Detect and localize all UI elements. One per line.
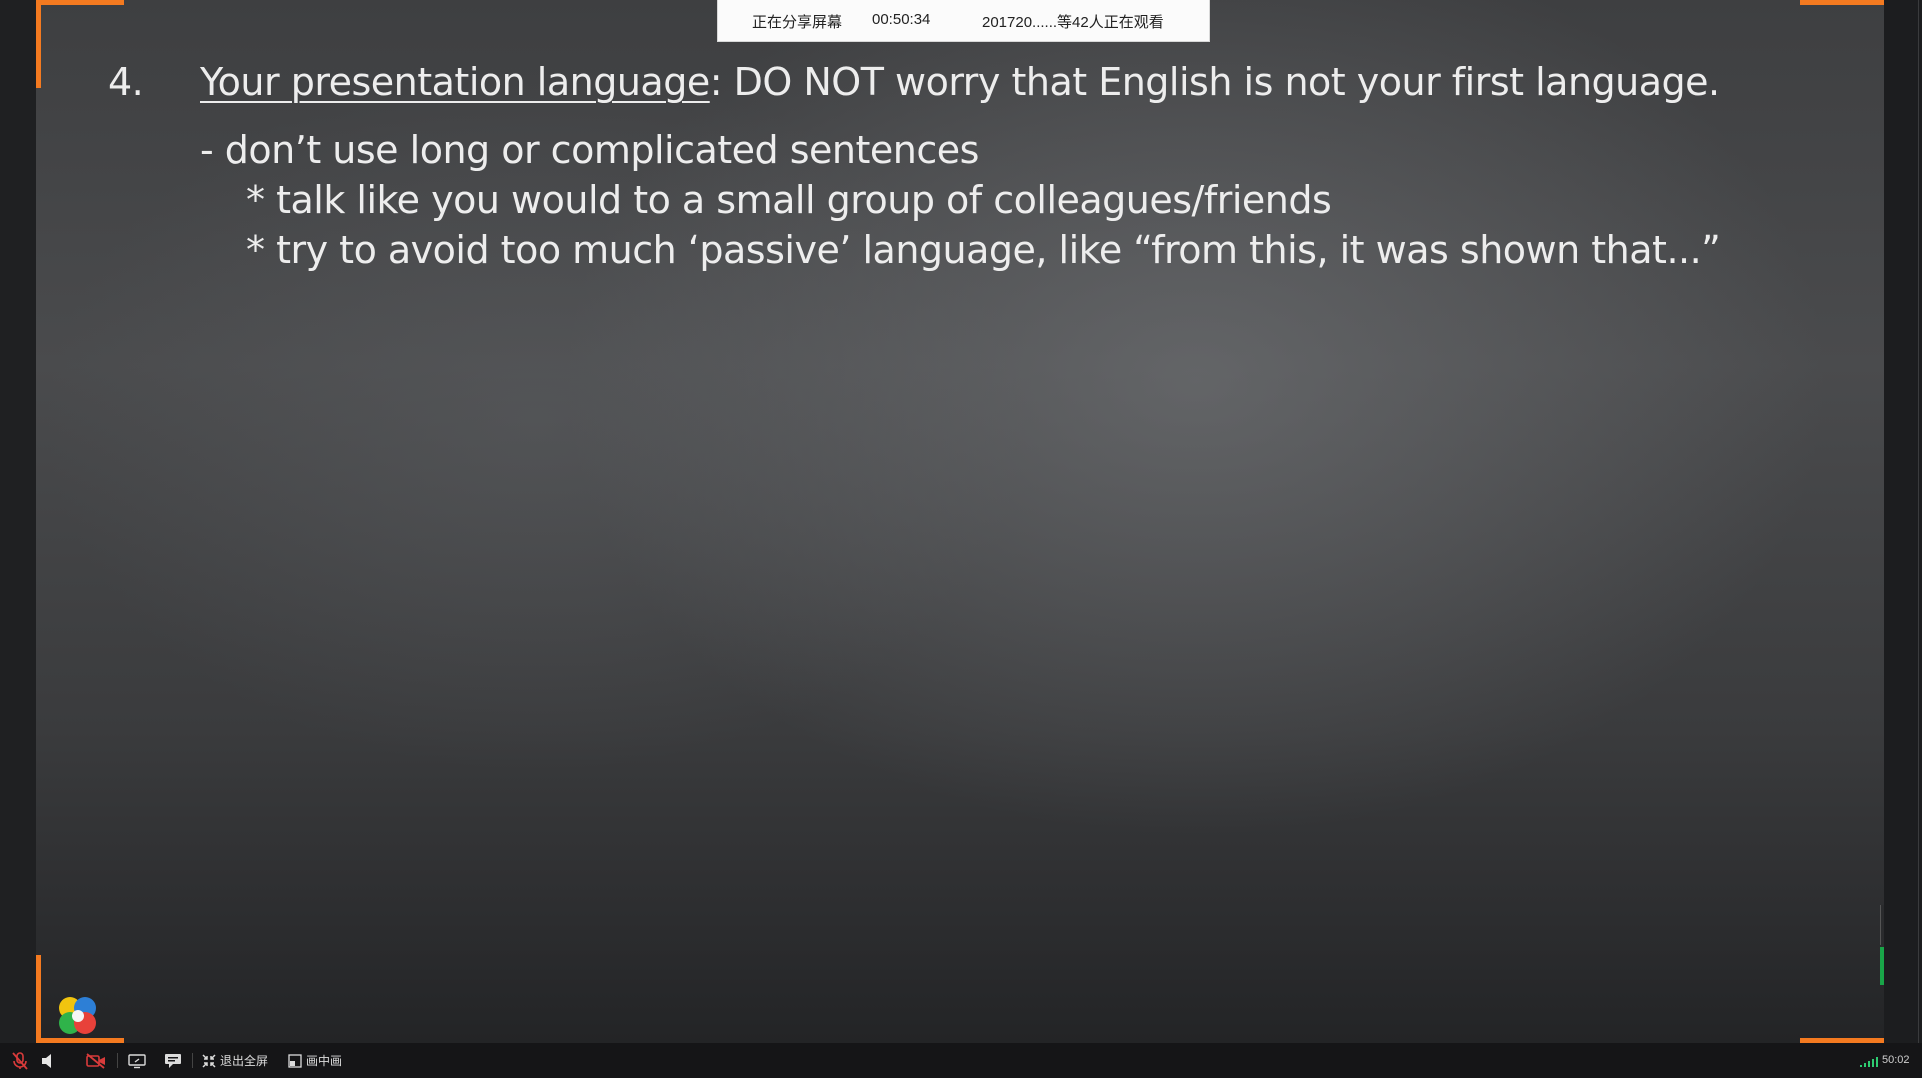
slide-title-link: Your presentation language xyxy=(200,60,710,104)
toolbar-divider xyxy=(192,1053,193,1068)
pip-button[interactable]: 画中画 xyxy=(288,1043,342,1078)
speaker-icon[interactable] xyxy=(41,1043,55,1078)
toolbar-divider xyxy=(117,1053,118,1068)
shared-slide: 4. Your presentation language: DO NOT wo… xyxy=(36,0,1884,1043)
share-status-text: 正在分享屏幕 xyxy=(752,14,843,31)
corner-bracket-bottom-left-vertical xyxy=(36,955,41,1043)
corner-bracket-top-left-vertical xyxy=(36,0,41,88)
bottom-toolbar: 退出全屏 画中画 50:02 xyxy=(0,1043,1922,1078)
left-margin-strip xyxy=(0,0,36,1043)
signal-icon xyxy=(1860,1056,1878,1070)
corner-bracket-top-right xyxy=(1800,0,1884,5)
indicator-track xyxy=(1880,905,1884,945)
slide-number: 4. xyxy=(108,60,144,104)
call-clock: 50:02 xyxy=(1882,1054,1910,1066)
exit-fullscreen-label: 退出全屏 xyxy=(220,1054,269,1068)
mic-muted-icon[interactable] xyxy=(12,1043,28,1078)
slide-sub-bullet-2: * try to avoid too much ‘passive’ langua… xyxy=(246,228,1721,272)
right-edge-line xyxy=(1918,0,1919,1043)
slide-title-rest: : DO NOT worry that English is not your … xyxy=(709,60,1720,104)
chat-icon[interactable] xyxy=(164,1043,182,1078)
indicator-green-level xyxy=(1880,947,1884,985)
screen-share-status-bar[interactable]: 正在分享屏幕 00:50:34 201720......等42人正在观看 xyxy=(717,0,1210,42)
share-timer: 00:50:34 xyxy=(872,11,931,28)
corner-bracket-top-left xyxy=(36,0,124,5)
right-margin-strip xyxy=(1884,0,1922,1043)
viewer-count-text[interactable]: 201720......等42人正在观看 xyxy=(982,11,1164,32)
slide-bullet: - don’t use long or complicated sentence… xyxy=(200,128,979,172)
app-logo xyxy=(56,994,100,1038)
slide-sub-bullet-1: * talk like you would to a small group o… xyxy=(246,178,1332,222)
side-panel-indicator[interactable] xyxy=(1878,905,1884,985)
exit-fullscreen-icon xyxy=(202,1053,216,1068)
exit-fullscreen-button[interactable]: 退出全屏 xyxy=(202,1043,268,1078)
camera-off-icon[interactable] xyxy=(86,1043,106,1078)
slide-title: Your presentation language: DO NOT worry… xyxy=(200,60,1720,104)
pip-icon xyxy=(288,1053,302,1068)
pip-label: 画中画 xyxy=(306,1054,343,1068)
screen-share-icon[interactable] xyxy=(128,1043,146,1078)
